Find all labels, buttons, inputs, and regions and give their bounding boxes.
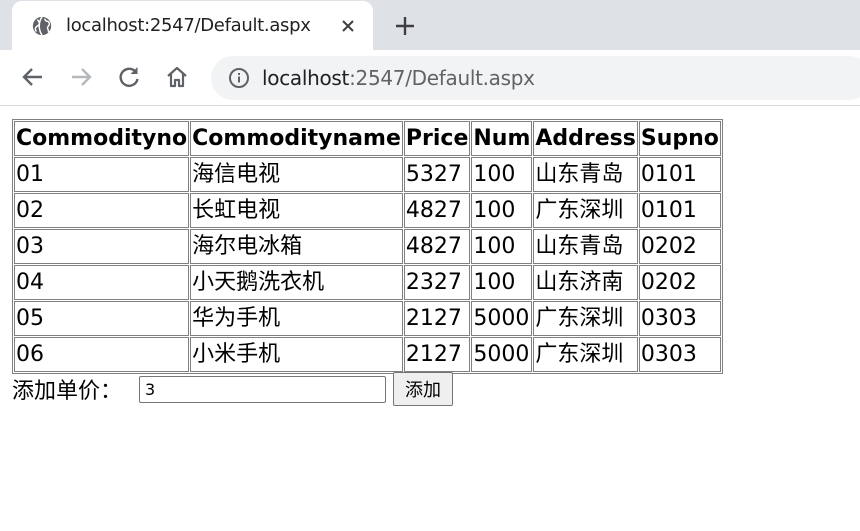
table-cell: 0303 bbox=[638, 301, 721, 336]
table-header-row: Commodityno Commodityname Price Num Addr… bbox=[14, 121, 721, 156]
table-cell: 2127 bbox=[403, 301, 471, 336]
tab-title: localhost:2547/Default.aspx bbox=[66, 15, 311, 36]
address-bar[interactable]: localhost:2547/Default.aspx bbox=[211, 56, 860, 100]
commodity-table: Commodityno Commodityname Price Num Addr… bbox=[12, 119, 723, 374]
table-cell: 华为手机 bbox=[190, 301, 403, 336]
browser-tab[interactable]: localhost:2547/Default.aspx bbox=[12, 1, 373, 50]
info-icon[interactable] bbox=[228, 67, 250, 89]
column-header: Num bbox=[471, 121, 533, 156]
home-icon[interactable] bbox=[163, 63, 191, 91]
table-cell: 广东深圳 bbox=[533, 193, 638, 228]
address-path: :2547/Default.aspx bbox=[349, 66, 535, 90]
table-cell: 山东济南 bbox=[533, 265, 638, 300]
forward-arrow-icon[interactable] bbox=[67, 63, 95, 91]
price-label: 添加单价： bbox=[12, 379, 123, 404]
table-cell: 06 bbox=[14, 337, 190, 372]
table-cell: 05 bbox=[14, 301, 190, 336]
page-content: Commodityno Commodityname Price Num Addr… bbox=[0, 106, 860, 531]
close-icon[interactable] bbox=[336, 14, 360, 38]
add-price-form: 添加单价： 添加 bbox=[12, 371, 453, 407]
globe-icon bbox=[32, 16, 52, 36]
table-cell: 03 bbox=[14, 229, 190, 264]
table-row: 02 长虹电视 4827 100 广东深圳 0101 bbox=[14, 193, 721, 228]
table-row: 04 小天鹅洗衣机 2327 100 山东济南 0202 bbox=[14, 265, 721, 300]
table-cell: 01 bbox=[14, 157, 190, 192]
table-cell: 100 bbox=[471, 265, 533, 300]
table-cell: 广东深圳 bbox=[533, 301, 638, 336]
table-cell: 小天鹅洗衣机 bbox=[190, 265, 403, 300]
column-header: Commodityname bbox=[190, 121, 403, 156]
table-cell: 100 bbox=[471, 157, 533, 192]
table-cell: 0101 bbox=[638, 157, 721, 192]
address-url: localhost:2547/Default.aspx bbox=[262, 66, 535, 90]
table-cell: 0202 bbox=[638, 229, 721, 264]
plus-icon[interactable] bbox=[393, 14, 417, 38]
price-input[interactable] bbox=[139, 375, 386, 403]
back-arrow-icon[interactable] bbox=[19, 63, 47, 91]
table-cell: 0303 bbox=[638, 337, 721, 372]
table-cell: 100 bbox=[471, 193, 533, 228]
column-header: Commodityno bbox=[14, 121, 190, 156]
table-cell: 0202 bbox=[638, 265, 721, 300]
table-row: 05 华为手机 2127 5000 广东深圳 0303 bbox=[14, 301, 721, 336]
column-header: Price bbox=[403, 121, 471, 156]
reload-icon[interactable] bbox=[115, 63, 143, 91]
browser-toolbar: localhost:2547/Default.aspx bbox=[0, 50, 860, 106]
table-cell: 02 bbox=[14, 193, 190, 228]
table-cell: 5000 bbox=[471, 337, 533, 372]
table-row: 03 海尔电冰箱 4827 100 山东青岛 0202 bbox=[14, 229, 721, 264]
table-cell: 山东青岛 bbox=[533, 229, 638, 264]
table-cell: 04 bbox=[14, 265, 190, 300]
add-button[interactable]: 添加 bbox=[393, 372, 453, 406]
table-cell: 4827 bbox=[403, 229, 471, 264]
table-cell: 2127 bbox=[403, 337, 471, 372]
table-row: 06 小米手机 2127 5000 广东深圳 0303 bbox=[14, 337, 721, 372]
column-header: Supno bbox=[638, 121, 721, 156]
table-cell: 4827 bbox=[403, 193, 471, 228]
table-cell: 2327 bbox=[403, 265, 471, 300]
table-cell: 100 bbox=[471, 229, 533, 264]
table-cell: 长虹电视 bbox=[190, 193, 403, 228]
table-cell: 5000 bbox=[471, 301, 533, 336]
table-cell: 广东深圳 bbox=[533, 337, 638, 372]
address-host: localhost bbox=[262, 66, 350, 90]
table-cell: 海尔电冰箱 bbox=[190, 229, 403, 264]
table-cell: 山东青岛 bbox=[533, 157, 638, 192]
table-cell: 小米手机 bbox=[190, 337, 403, 372]
table-cell: 0101 bbox=[638, 193, 721, 228]
table-row: 01 海信电视 5327 100 山东青岛 0101 bbox=[14, 157, 721, 192]
column-header: Address bbox=[533, 121, 638, 156]
table-cell: 海信电视 bbox=[190, 157, 403, 192]
table-cell: 5327 bbox=[403, 157, 471, 192]
tab-strip: localhost:2547/Default.aspx bbox=[0, 0, 860, 50]
